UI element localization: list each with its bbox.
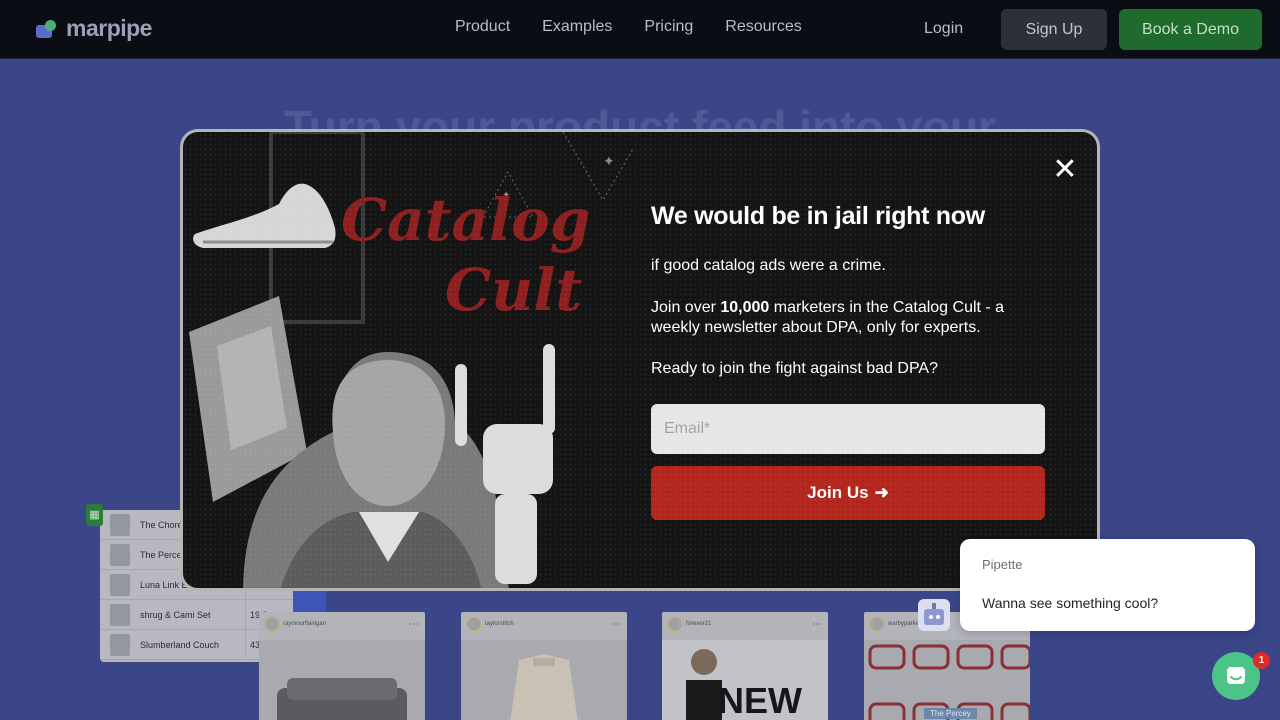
- ad-avatar: [870, 617, 884, 631]
- nav-link-resources[interactable]: Resources: [725, 18, 801, 36]
- ad-handle: raymourflanigan: [283, 621, 327, 627]
- ad-product-label: The Percey: [924, 708, 977, 719]
- modal-headline: We would be in jail right now: [651, 202, 985, 230]
- nav-link-product[interactable]: Product: [455, 18, 510, 36]
- product-thumbnail: [110, 573, 130, 596]
- chat-sender: Pipette: [982, 557, 1023, 572]
- ad-card-couch: raymourflanigan ⋯: [259, 612, 425, 720]
- subscriber-count: 10,000: [720, 299, 770, 316]
- top-nav: marpipe Product Examples Pricing Resourc…: [0, 0, 1280, 59]
- logo-text: marpipe: [66, 15, 152, 41]
- ad-headline: NEW DROP: [718, 680, 822, 720]
- login-link[interactable]: Login: [924, 20, 963, 38]
- more-options-icon: ⋯: [611, 618, 621, 630]
- product-thumbnail: [110, 633, 130, 656]
- chat-message-bubble[interactable]: Pipette Wanna see something cool?: [960, 539, 1255, 631]
- more-options-icon: ⋯: [812, 618, 822, 630]
- close-icon[interactable]: ✕: [1052, 155, 1078, 185]
- product-thumbnail: [110, 603, 130, 626]
- email-field[interactable]: [651, 404, 1045, 454]
- ad-handle: warbyparker: [888, 621, 922, 627]
- pipette-avatar: [918, 599, 950, 631]
- ad-image: The Percey: [864, 640, 1030, 720]
- ad-header: forever21 ⋯: [662, 612, 828, 636]
- product-thumbnail: [110, 513, 130, 536]
- chat-icon: [1227, 667, 1245, 684]
- ad-avatar: [668, 617, 682, 631]
- art-title-line2: Cult: [445, 256, 582, 324]
- ad-handle: forever21: [686, 621, 712, 627]
- more-options-icon: ⋯: [409, 618, 419, 630]
- ad-handle: taylorstitch: [485, 621, 514, 627]
- nav-link-pricing[interactable]: Pricing: [644, 18, 693, 36]
- decorative-block: [293, 590, 326, 612]
- robot-icon: [924, 603, 944, 625]
- shirt-image: [510, 654, 578, 720]
- arrow-right-icon: ➜: [874, 483, 889, 502]
- ad-card-shirt: taylorstitch ⋯: [461, 612, 627, 720]
- couch-image: [277, 678, 407, 720]
- logo-icon: [36, 19, 62, 39]
- newsletter-modal: ✦ ✦ Catalog Cult ✕ We would be in jail r…: [180, 129, 1100, 591]
- svg-text:✦: ✦: [603, 154, 615, 170]
- sign-up-button[interactable]: Sign Up: [1001, 9, 1107, 50]
- nav-links: Product Examples Pricing Resources: [455, 18, 802, 36]
- description-pre: Join over: [651, 299, 721, 316]
- modal-question: Ready to join the fight against bad DPA?: [651, 360, 938, 377]
- join-us-button[interactable]: Join Us ➜: [651, 466, 1045, 520]
- product-thumbnail: [110, 543, 130, 566]
- join-us-label: Join Us: [807, 483, 869, 502]
- ad-header: taylorstitch ⋯: [461, 612, 627, 636]
- catalog-cult-artwork: ✦ ✦ Catalog Cult: [189, 132, 633, 588]
- google-sheets-icon: ▦: [86, 504, 103, 526]
- ad-avatar: [265, 617, 279, 631]
- nav-link-examples[interactable]: Examples: [542, 18, 612, 36]
- ad-image: [461, 640, 627, 720]
- marpipe-logo[interactable]: marpipe: [36, 15, 152, 42]
- notification-badge: 1: [1253, 652, 1270, 669]
- modal-description: Join over 10,000 marketers in the Catalo…: [651, 298, 1051, 338]
- ad-image: NEW DROP: [662, 640, 828, 720]
- sheet-product-name: shrug & Cami Set: [140, 609, 211, 620]
- modal-subtext: if good catalog ads were a crime.: [651, 257, 886, 274]
- art-title-line1: Catalog: [341, 186, 590, 254]
- chat-message: Wanna see something cool?: [982, 595, 1159, 611]
- book-demo-button[interactable]: Book a Demo: [1119, 9, 1262, 50]
- ad-header: raymourflanigan ⋯: [259, 612, 425, 636]
- sheet-product-name: Slumberland Couch: [140, 639, 220, 650]
- ad-avatar: [467, 617, 481, 631]
- ad-card-forever21: forever21 ⋯ NEW DROP: [662, 612, 828, 720]
- ad-image: [259, 640, 425, 720]
